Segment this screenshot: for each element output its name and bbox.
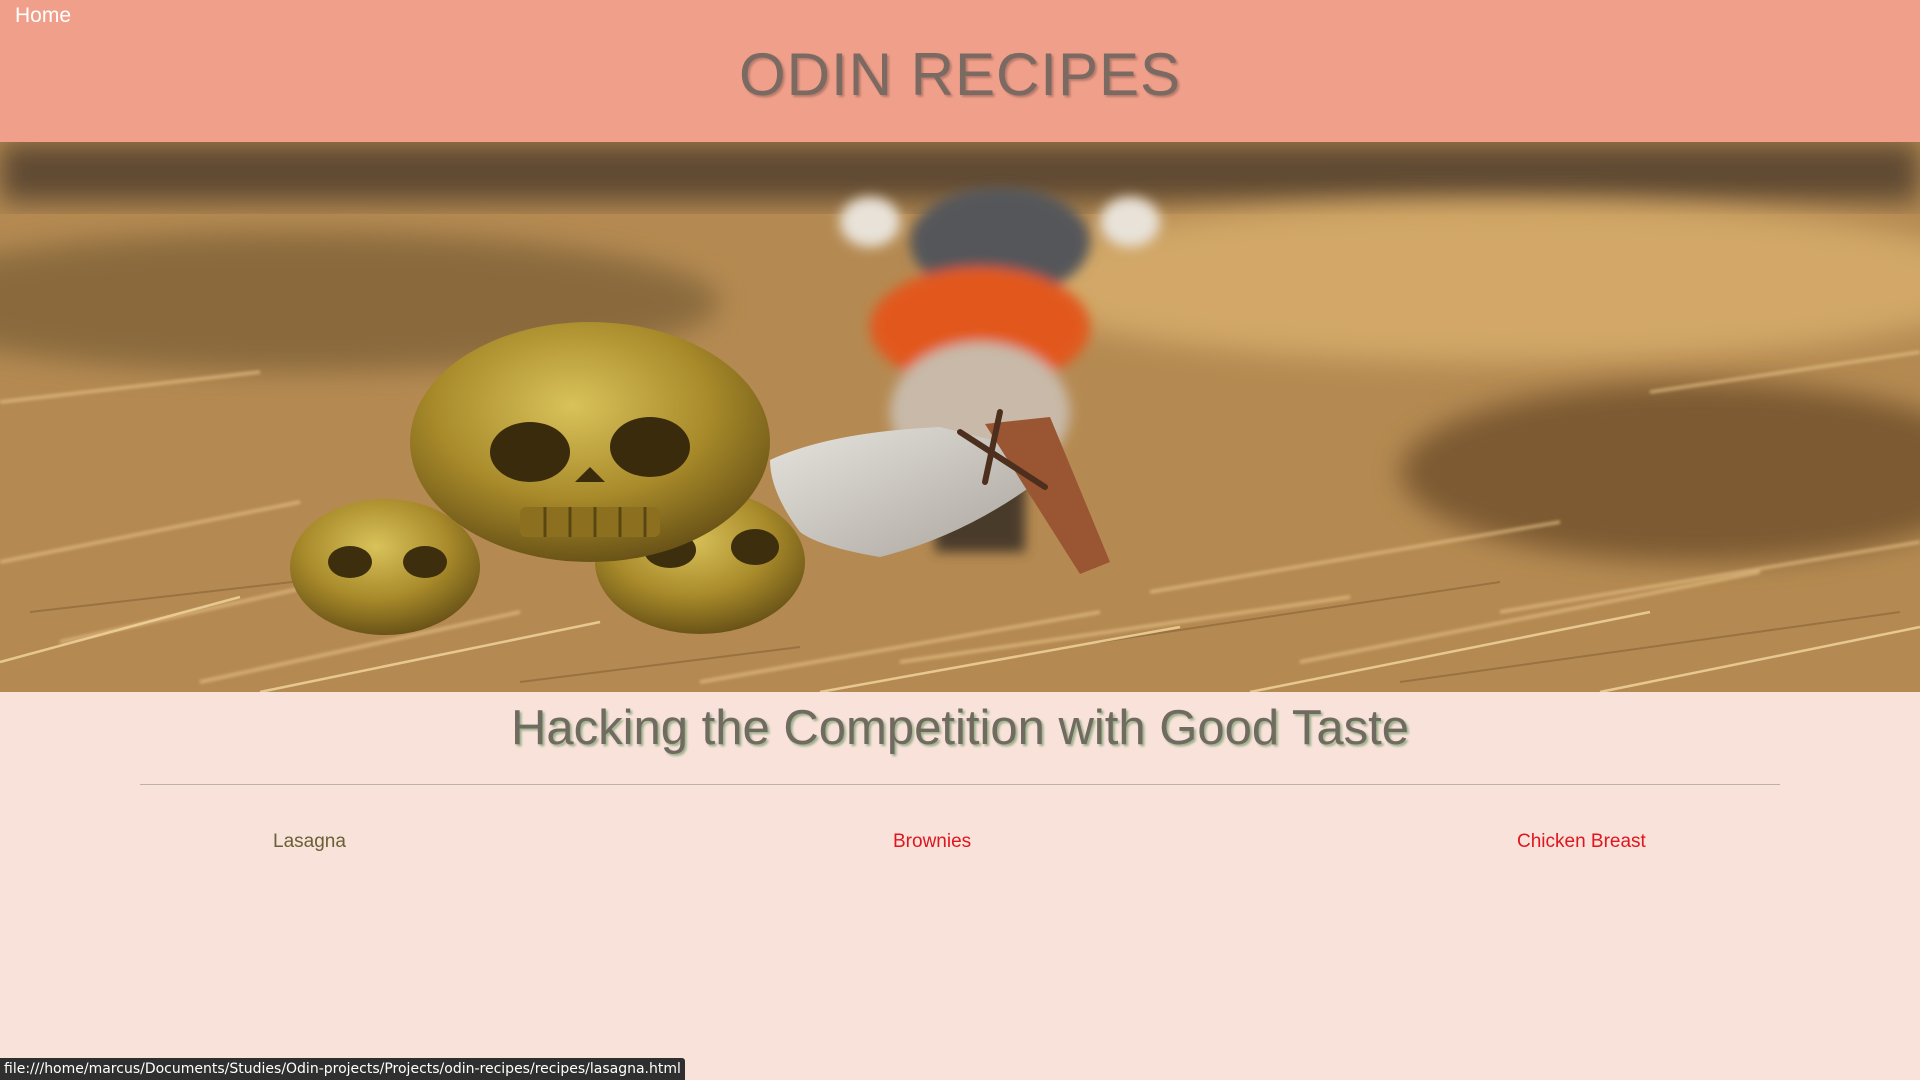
hero-image <box>0 142 1920 692</box>
status-bar-url: file:///home/marcus/Documents/Studies/Od… <box>0 1058 685 1080</box>
recipe-link-brownies[interactable]: Brownies <box>893 831 971 853</box>
recipe-link-lasagna[interactable]: Lasagna <box>273 831 346 853</box>
nav-home-link[interactable]: Home <box>15 4 71 28</box>
site-header: Home ODIN RECIPES <box>0 0 1920 142</box>
site-title: ODIN RECIPES <box>738 41 1182 108</box>
hero-photo-icon <box>0 142 1920 692</box>
divider <box>140 784 1780 785</box>
recipe-link-chicken-breast[interactable]: Chicken Breast <box>1517 831 1646 853</box>
page-tagline: Hacking the Competition with Good Taste <box>511 701 1409 755</box>
